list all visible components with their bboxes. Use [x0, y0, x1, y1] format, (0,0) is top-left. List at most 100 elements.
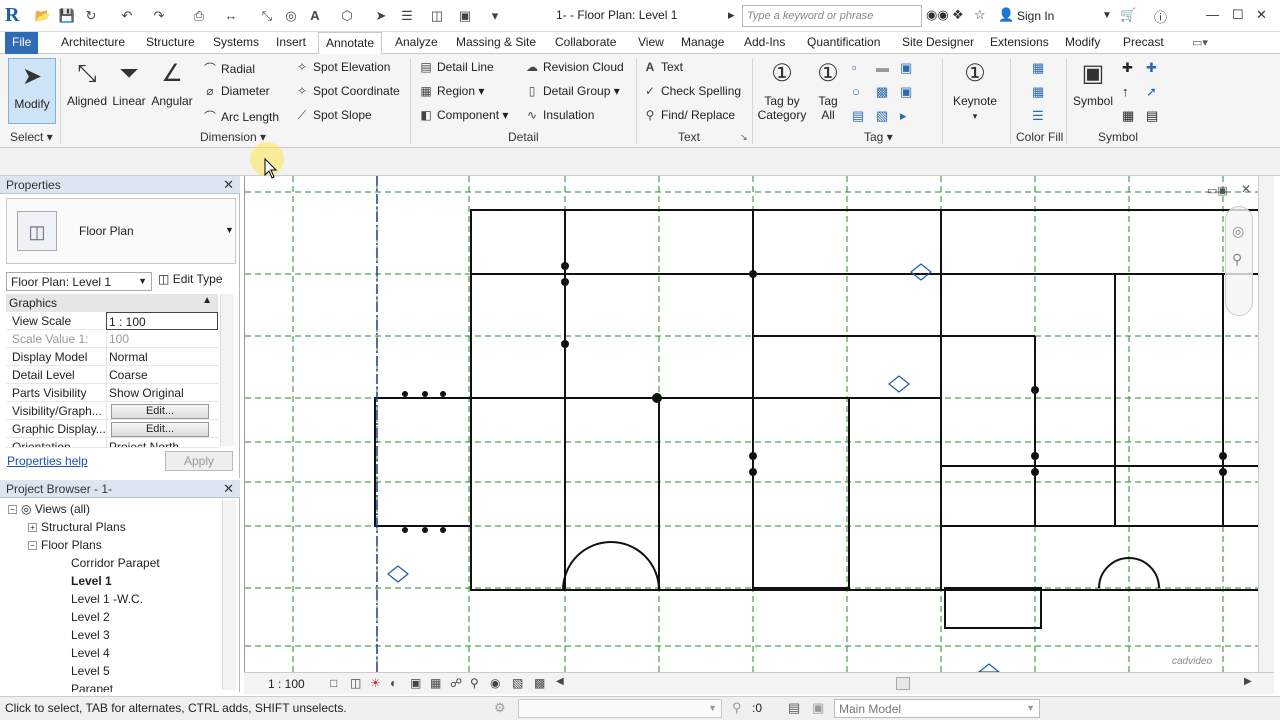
horizontal-scroll-thumb[interactable]	[896, 677, 910, 690]
tag-icon[interactable]: ◎	[282, 7, 300, 25]
steering-wheel-icon[interactable]: ◎	[1232, 223, 1244, 240]
tree-structural-plans[interactable]: + Structural Plans	[28, 520, 126, 534]
duct-legend-icon[interactable]: ▦	[1032, 60, 1044, 76]
path-icon[interactable]: ➚	[1146, 84, 1157, 100]
tab-file[interactable]: File	[5, 32, 39, 54]
property-row[interactable]: Graphic Display... Edit...	[6, 420, 218, 438]
tab-collaborate[interactable]: Collaborate	[548, 32, 623, 54]
detail-group-button[interactable]: ▯ Detail Group ▾	[524, 84, 620, 98]
stair-icon[interactable]: ↑	[1122, 84, 1129, 99]
measure-icon[interactable]: ↔	[222, 7, 240, 25]
close-icon[interactable]: ✕	[223, 177, 234, 193]
properties-scrollbar[interactable]	[220, 294, 234, 446]
tab-systems[interactable]: Systems	[206, 32, 266, 54]
close-icon[interactable]: ✕	[223, 481, 234, 497]
tag-panel-label[interactable]: Tag ▾	[864, 130, 893, 144]
aligned-button[interactable]: ⤡ Aligned	[64, 56, 110, 108]
tree-item-parapet[interactable]: Parapet	[71, 682, 113, 692]
show-crop-icon[interactable]: ▦	[430, 676, 441, 690]
text-icon[interactable]: A	[306, 7, 324, 25]
select-panel-label[interactable]: Select ▾	[10, 130, 53, 144]
spot-coordinate-button[interactable]: ✧ Spot Coordinate	[294, 84, 400, 98]
pipe-legend-icon[interactable]: ▦	[1032, 84, 1044, 100]
tab-analyze[interactable]: Analyze	[388, 32, 445, 54]
detail-line-button[interactable]: ▤ Detail Line	[418, 60, 493, 74]
property-row[interactable]: Orientation Project North	[6, 438, 218, 448]
close-hidden-icon[interactable]: ◫	[428, 7, 446, 25]
fabric-icon[interactable]: ▤	[1146, 108, 1158, 124]
tag-all-button[interactable]: ① Tag All	[812, 56, 844, 122]
dimension-icon[interactable]: ⤡	[258, 7, 276, 25]
property-row[interactable]: Visibility/Graph... Edit...	[6, 402, 218, 420]
sun-path-icon[interactable]: ☀	[370, 676, 381, 690]
tree-item-corridor-parapet[interactable]: Corridor Parapet	[71, 556, 160, 570]
shadows-icon[interactable]: ◐	[390, 676, 397, 690]
binoculars-icon[interactable]: ◉◉	[926, 7, 949, 23]
reveal-hidden-icon[interactable]: ◉	[490, 676, 500, 690]
undo-icon[interactable]: ↶	[118, 7, 136, 25]
favorites-icon[interactable]: ☆	[974, 7, 986, 23]
beam-system-icon[interactable]: ✚	[1146, 60, 1157, 76]
angular-button[interactable]: ∠ Angular	[148, 56, 196, 108]
crop-view-icon[interactable]: ▣	[410, 676, 421, 690]
chevron-down-icon[interactable]: ▼	[225, 225, 234, 235]
find-replace-button[interactable]: ⚲ Find/ Replace	[642, 108, 735, 122]
save-icon[interactable]: 💾	[58, 7, 76, 25]
tree-views-all[interactable]: − ◎ Views (all)	[8, 502, 90, 516]
visual-style-icon[interactable]: ◫	[350, 676, 361, 690]
arc-length-button[interactable]: ⌒ Arc Length	[202, 108, 279, 125]
analytical-model-icon[interactable]: ▧	[512, 676, 523, 690]
maximize-icon[interactable]: ☐	[1232, 7, 1244, 23]
tab-add-ins[interactable]: Add-Ins	[737, 32, 792, 54]
area-reinforcement-icon[interactable]: ▦	[1122, 108, 1134, 124]
multi-category-icon[interactable]: ▫	[852, 60, 857, 75]
open-icon[interactable]: 📂	[34, 7, 52, 25]
tag-by-category-button[interactable]: ① Tag by Category	[756, 56, 808, 122]
tree-item-level-1-wc[interactable]: Level 1 -W.C.	[71, 592, 143, 606]
spot-elevation-button[interactable]: ✧ Spot Elevation	[294, 60, 390, 74]
text-button[interactable]: A Text	[642, 60, 683, 74]
cart-icon[interactable]: 🛒	[1120, 7, 1136, 23]
user-icon[interactable]: 👤	[998, 7, 1014, 23]
3d-view-icon[interactable]: ⬡	[338, 7, 356, 25]
tree-item-level-3[interactable]: Level 3	[71, 628, 110, 642]
revision-cloud-button[interactable]: ☁ Revision Cloud	[524, 60, 624, 74]
stair-path-icon[interactable]: ▧	[876, 108, 888, 124]
browser-scrollbar[interactable]	[222, 500, 236, 690]
print-icon[interactable]: ⎙	[190, 7, 208, 25]
tab-insert[interactable]: Insert	[269, 32, 313, 54]
design-option-dropdown[interactable]: Main Model ▼	[834, 699, 1040, 718]
edit-type-button[interactable]: ◫ Edit Type	[158, 272, 223, 286]
diameter-button[interactable]: ⌀ Diameter	[202, 84, 269, 98]
span-direction-icon[interactable]: ✚	[1122, 60, 1133, 76]
graphic-display-edit-button[interactable]: Edit...	[111, 422, 209, 437]
tree-item-level-5[interactable]: Level 5	[71, 664, 110, 678]
view-minimize-icon[interactable]: ▭▣	[1207, 184, 1228, 197]
insulation-button[interactable]: ∿ Insulation	[524, 108, 594, 122]
tree-item-level-4[interactable]: Level 4	[71, 646, 110, 660]
filter-icon[interactable]: ⚲	[732, 700, 742, 716]
properties-help-link[interactable]: Properties help	[7, 454, 88, 468]
check-spelling-button[interactable]: ✓ Check Spelling	[642, 84, 741, 98]
sign-in-button[interactable]: Sign In	[1017, 9, 1054, 23]
apply-button[interactable]: Apply	[165, 451, 233, 471]
help-icon[interactable]: ⓘ	[1154, 7, 1167, 26]
tab-massing-site[interactable]: Massing & Site	[449, 32, 543, 54]
view-scale-button[interactable]: 1 : 100	[268, 677, 305, 691]
material-tag-icon[interactable]: ▬	[876, 60, 889, 75]
tread-number-icon[interactable]: ▸	[900, 108, 907, 124]
canvas-vertical-scrollbar[interactable]	[1258, 176, 1274, 672]
close-icon[interactable]: ✕	[1256, 7, 1267, 23]
drawing-canvas[interactable]: ◎ ⚲ ▭▣ ✕	[244, 176, 1260, 672]
app-logo-icon[interactable]: R	[5, 4, 27, 28]
graphics-group-header[interactable]: Graphics ▲	[6, 294, 218, 312]
spot-slope-button[interactable]: ⟋ Spot Slope	[294, 108, 372, 123]
area-tag-icon[interactable]: ▣	[900, 60, 912, 76]
tree-item-level-2[interactable]: Level 2	[71, 610, 110, 624]
view-ref-icon[interactable]: ▣	[900, 84, 912, 100]
workset-dropdown[interactable]: ▼	[518, 699, 722, 718]
modify-button[interactable]: ➤ Modify	[8, 58, 56, 124]
region-button[interactable]: ▦ Region ▾	[418, 84, 484, 98]
property-row[interactable]: Parts Visibility Show Original	[6, 384, 218, 402]
ribbon-minimize-icon[interactable]: ▭▾	[1192, 36, 1208, 49]
